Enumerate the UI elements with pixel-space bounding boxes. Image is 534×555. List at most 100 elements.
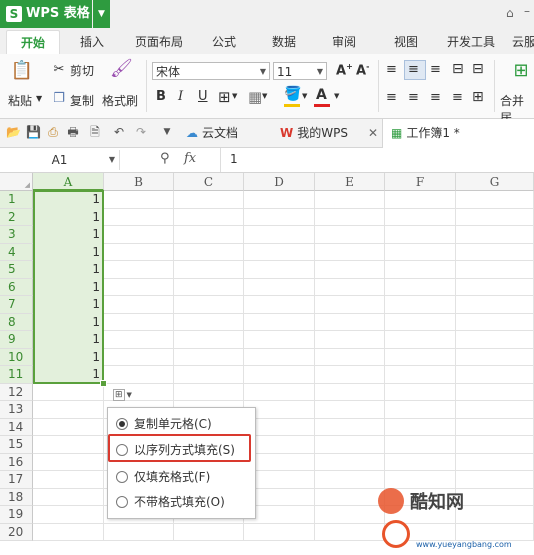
option-copy-cells[interactable]: 复制单元格(C) bbox=[108, 412, 253, 436]
row-header[interactable]: 2 bbox=[0, 208, 33, 226]
row-header[interactable]: 1 bbox=[0, 191, 33, 209]
ribbon-separator bbox=[378, 60, 379, 112]
row-header[interactable]: 13 bbox=[0, 401, 33, 419]
format-painter-icon[interactable]: 🖌 bbox=[110, 58, 133, 80]
doc-tab-workbook1[interactable]: ▦ 工作簿1 * bbox=[382, 119, 534, 148]
open-folder-icon[interactable]: 📂 bbox=[6, 125, 21, 139]
print-icon[interactable]: 🖶 bbox=[66, 125, 80, 139]
tab-view[interactable]: 视图 bbox=[386, 30, 426, 54]
save-icon[interactable]: 💾 bbox=[26, 125, 41, 139]
row-header[interactable]: 6 bbox=[0, 278, 33, 296]
align-middle-icon[interactable]: ≡ bbox=[408, 62, 419, 77]
copy-icon[interactable]: ❐ bbox=[52, 91, 66, 106]
tab-formulas[interactable]: 公式 bbox=[204, 30, 244, 54]
tab-home[interactable]: 开始 bbox=[6, 30, 60, 55]
tab-data[interactable]: 数据 bbox=[264, 30, 304, 54]
chevron-down-icon[interactable]: ▼ bbox=[334, 92, 339, 100]
column-header-a[interactable]: A bbox=[33, 173, 104, 191]
row-header[interactable]: 9 bbox=[0, 331, 33, 349]
paste-icon[interactable]: 📋 bbox=[10, 60, 34, 84]
zoom-icon[interactable]: ⚲ bbox=[160, 151, 170, 166]
wrap-text-icon[interactable]: ⊟ bbox=[452, 61, 464, 77]
row-header[interactable]: 18 bbox=[0, 488, 33, 506]
export-icon[interactable]: 🗎 bbox=[88, 125, 102, 139]
select-all-corner[interactable]: ◢ bbox=[0, 173, 33, 191]
app-menu-dropdown-icon[interactable]: ▼ bbox=[93, 0, 110, 28]
align-bottom-icon[interactable]: ≡ bbox=[430, 62, 441, 77]
cloud-icon: ☁ bbox=[186, 126, 198, 140]
name-box[interactable]: A1 ▼ bbox=[0, 150, 120, 170]
quick-access-dropdown-icon[interactable]: ▼ bbox=[160, 125, 174, 139]
redo-icon[interactable]: ↷ bbox=[134, 125, 148, 139]
row-header[interactable]: 4 bbox=[0, 243, 33, 261]
column-header-c[interactable]: C bbox=[174, 173, 244, 191]
underline-icon[interactable]: U bbox=[198, 89, 208, 104]
tab-developer[interactable]: 开发工具 bbox=[440, 30, 502, 54]
chevron-down-icon[interactable]: ▼ bbox=[302, 92, 307, 100]
column-header-f[interactable]: F bbox=[385, 173, 456, 191]
italic-icon[interactable]: I bbox=[178, 89, 183, 104]
doc-tab-mywps[interactable]: W 我的WPS ✕ bbox=[280, 119, 380, 147]
decrease-font-icon[interactable]: A- bbox=[356, 62, 369, 78]
chevron-down-icon[interactable]: ▼ bbox=[262, 92, 267, 100]
row-header[interactable]: 17 bbox=[0, 471, 33, 489]
font-name-select[interactable]: 宋体 ▼ bbox=[152, 62, 270, 80]
border-icon[interactable]: ⊞ bbox=[218, 88, 231, 106]
cut-button[interactable]: 剪切 bbox=[70, 62, 94, 79]
row-header[interactable]: 7 bbox=[0, 296, 33, 314]
paste-button[interactable]: 粘贴 bbox=[8, 92, 32, 109]
row-header[interactable]: 8 bbox=[0, 313, 33, 331]
print-preview-icon[interactable]: ⎙ bbox=[46, 125, 60, 139]
row-header[interactable]: 10 bbox=[0, 348, 33, 366]
column-header-e[interactable]: E bbox=[315, 173, 385, 191]
fill-handle[interactable] bbox=[100, 380, 107, 387]
row-header[interactable]: 5 bbox=[0, 261, 33, 279]
scissors-icon[interactable]: ✂ bbox=[52, 62, 66, 77]
justify-icon[interactable]: ≡ bbox=[452, 90, 463, 105]
minimize-icon[interactable]: – bbox=[524, 4, 530, 18]
copy-button[interactable]: 复制 bbox=[70, 92, 94, 109]
fill-pattern-icon[interactable]: ▦ bbox=[248, 88, 262, 106]
indent-icon[interactable]: ⊟ bbox=[472, 61, 484, 77]
column-header-b[interactable]: B bbox=[104, 173, 174, 191]
row-header[interactable]: 15 bbox=[0, 436, 33, 454]
tab-insert[interactable]: 插入 bbox=[72, 30, 112, 54]
formula-input[interactable]: 1 bbox=[230, 152, 238, 166]
row-header[interactable]: 20 bbox=[0, 523, 33, 541]
row-header[interactable]: 14 bbox=[0, 418, 33, 436]
app-menu-button[interactable]: S WPS 表格 bbox=[0, 0, 92, 28]
tab-cloud[interactable]: 云服 bbox=[512, 30, 534, 54]
autofill-options-button[interactable]: ⊞ ▼ bbox=[113, 389, 135, 405]
option-fill-without-formatting[interactable]: 不带格式填充(O) bbox=[108, 490, 253, 514]
font-size-select[interactable]: 11 ▼ bbox=[273, 62, 327, 80]
align-left-icon[interactable]: ≡ bbox=[386, 90, 397, 105]
tab-review[interactable]: 审阅 bbox=[324, 30, 364, 54]
chevron-down-icon[interactable]: ▼ bbox=[232, 92, 237, 100]
column-header-g[interactable]: G bbox=[456, 173, 534, 191]
font-color-icon[interactable]: A bbox=[316, 87, 327, 103]
column-header-d[interactable]: D bbox=[244, 173, 315, 191]
align-center-icon[interactable]: ≡ bbox=[408, 90, 419, 105]
align-top-icon[interactable]: ≡ bbox=[386, 62, 397, 77]
option-fill-formatting-only[interactable]: 仅填充格式(F) bbox=[108, 465, 253, 489]
row-header[interactable]: 19 bbox=[0, 506, 33, 524]
row-header[interactable]: 16 bbox=[0, 453, 33, 471]
close-icon[interactable]: ✕ bbox=[368, 119, 378, 147]
doc-tab-cloud[interactable]: ☁ 云文档 bbox=[186, 119, 272, 147]
account-icon[interactable]: ⌂ bbox=[506, 6, 520, 20]
tab-page-layout[interactable]: 页面布局 bbox=[128, 30, 190, 54]
format-painter-button[interactable]: 格式刷 bbox=[102, 92, 138, 109]
increase-font-icon[interactable]: A+ bbox=[336, 62, 353, 78]
grid-row-line bbox=[33, 312, 534, 314]
distributed-icon[interactable]: ⊞ bbox=[472, 89, 484, 105]
row-header[interactable]: 12 bbox=[0, 383, 33, 401]
row-header[interactable]: 3 bbox=[0, 226, 33, 244]
paste-dropdown-icon[interactable]: ▼ bbox=[36, 94, 42, 103]
row-header[interactable]: 11 bbox=[0, 366, 33, 384]
function-icon[interactable]: fx bbox=[184, 151, 196, 166]
undo-icon[interactable]: ↶ bbox=[112, 125, 126, 139]
align-right-icon[interactable]: ≡ bbox=[430, 90, 441, 105]
merge-cells-icon[interactable]: ⊞ bbox=[510, 60, 532, 82]
fill-color-icon[interactable]: 🪣 bbox=[284, 86, 301, 102]
bold-icon[interactable]: B bbox=[156, 89, 166, 104]
